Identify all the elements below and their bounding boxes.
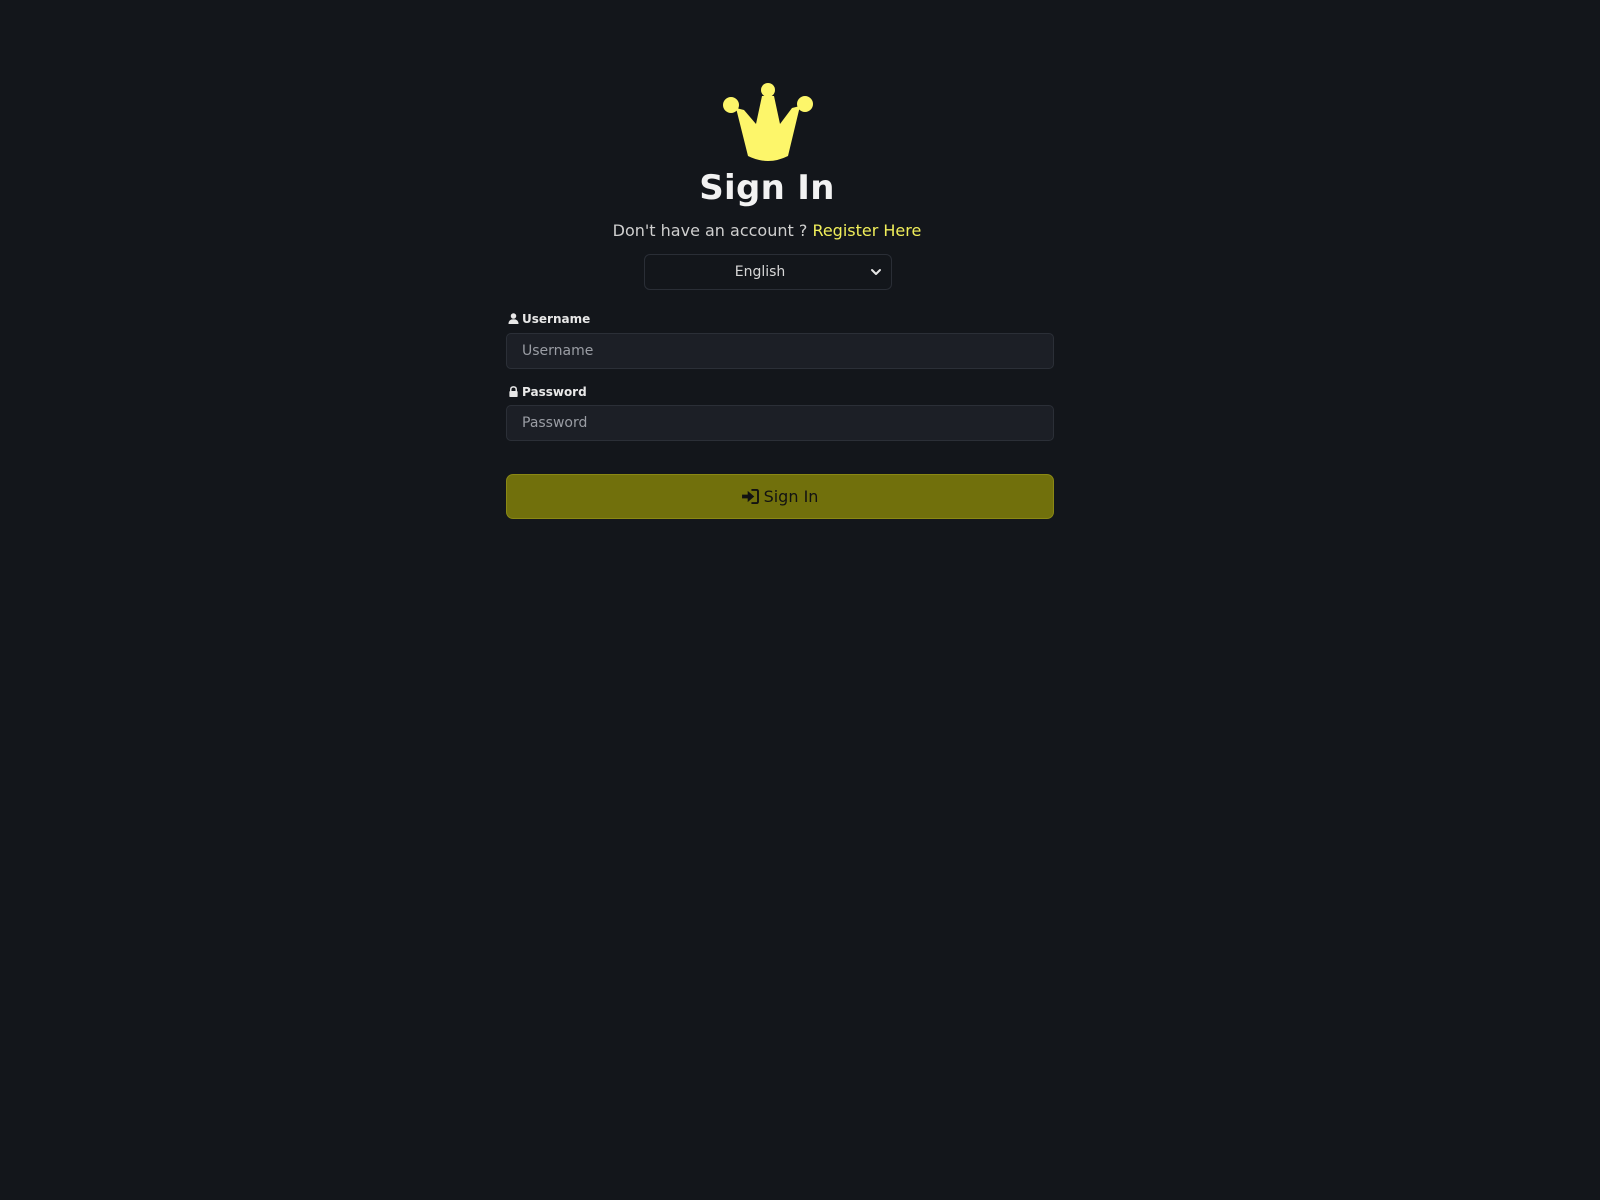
password-label: Password [508, 385, 587, 399]
user-icon [508, 313, 519, 324]
register-link[interactable]: Register Here [812, 221, 921, 240]
page-title: Sign In [699, 168, 835, 208]
register-prompt-text: Don't have an account ? [612, 221, 808, 240]
username-label-text: Username [522, 312, 591, 326]
password-label-text: Password [522, 385, 587, 399]
language-selected-value: English [734, 264, 786, 280]
sign-in-icon [741, 489, 759, 504]
crown-icon [723, 83, 813, 161]
password-input[interactable] [506, 405, 1054, 441]
username-label: Username [508, 312, 590, 326]
sign-in-page: Sign In Don't have an account ? Register… [0, 0, 1600, 1200]
sign-in-button[interactable]: Sign In [506, 474, 1054, 519]
username-input[interactable] [506, 333, 1054, 369]
chevron-down-icon [871, 269, 881, 275]
lock-icon [509, 386, 518, 397]
language-select[interactable]: English [644, 254, 892, 290]
register-prompt: Don't have an account ? Register Here [0, 221, 1534, 240]
sign-in-button-label: Sign In [763, 487, 819, 506]
